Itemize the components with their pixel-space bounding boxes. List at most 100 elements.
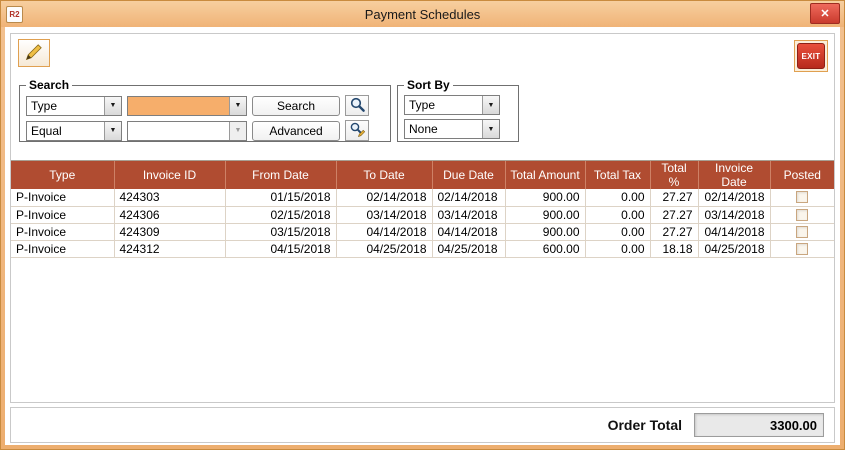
cell-total-pct: 27.27 <box>650 223 698 240</box>
search-value-combo[interactable]: ▼ <box>127 96 247 116</box>
order-total-label: Order Total <box>608 417 682 433</box>
table-row[interactable]: P-Invoice 424303 01/15/2018 02/14/2018 0… <box>11 189 834 206</box>
cell-due-date: 04/14/2018 <box>432 223 505 240</box>
chevron-down-icon: ▼ <box>104 97 121 115</box>
search-rows: Type ▼ ▼ Search <box>26 95 384 141</box>
cell-total-amount: 900.00 <box>505 189 585 206</box>
cell-posted <box>770 223 834 240</box>
cell-invoice-date: 02/14/2018 <box>698 189 770 206</box>
app-icon: R2 <box>6 6 23 23</box>
table-row[interactable]: P-Invoice 424309 03/15/2018 04/14/2018 0… <box>11 223 834 240</box>
cell-due-date: 03/14/2018 <box>432 206 505 223</box>
col-header-due-date[interactable]: Due Date <box>432 161 505 189</box>
cell-invoice-date: 03/14/2018 <box>698 206 770 223</box>
col-header-to-date[interactable]: To Date <box>336 161 432 189</box>
cell-posted <box>770 240 834 257</box>
search-group-label: Search <box>26 78 72 92</box>
cell-invoice-date: 04/25/2018 <box>698 240 770 257</box>
cell-to-date: 03/14/2018 <box>336 206 432 223</box>
chevron-down-icon: ▼ <box>482 120 499 138</box>
col-header-total-pct[interactable]: Total % <box>650 161 698 189</box>
cell-from-date: 02/15/2018 <box>225 206 336 223</box>
advanced-button[interactable]: Advanced <box>252 121 340 141</box>
cell-invoice-id: 424312 <box>114 240 225 257</box>
cell-from-date: 03/15/2018 <box>225 223 336 240</box>
search-value-text <box>128 97 229 115</box>
cell-total-tax: 0.00 <box>585 223 650 240</box>
table-row[interactable]: P-Invoice 424306 02/15/2018 03/14/2018 0… <box>11 206 834 223</box>
close-button[interactable]: ✕ <box>810 3 840 24</box>
cell-posted <box>770 189 834 206</box>
posted-checkbox[interactable] <box>796 243 808 255</box>
exit-icon: EXIT <box>797 43 825 69</box>
search-field-combo[interactable]: Type ▼ <box>26 96 122 116</box>
table-row[interactable]: P-Invoice 424312 04/15/2018 04/25/2018 0… <box>11 240 834 257</box>
cell-total-amount: 600.00 <box>505 240 585 257</box>
sort-by-group: Sort By Type ▼ None ▼ <box>397 78 519 142</box>
col-header-total-tax[interactable]: Total Tax <box>585 161 650 189</box>
cell-total-tax: 0.00 <box>585 189 650 206</box>
search-operator-value-combo: ▼ <box>127 121 247 141</box>
cell-due-date: 04/25/2018 <box>432 240 505 257</box>
cell-type: P-Invoice <box>11 240 114 257</box>
cell-invoice-id: 424306 <box>114 206 225 223</box>
posted-checkbox[interactable] <box>796 226 808 238</box>
search-button[interactable]: Search <box>252 96 340 116</box>
sort-order-combo[interactable]: None ▼ <box>404 119 500 139</box>
payment-schedule-grid: Type Invoice ID From Date To Date Due Da… <box>11 160 834 402</box>
advanced-search-icon <box>349 121 366 141</box>
cell-posted <box>770 206 834 223</box>
cell-due-date: 02/14/2018 <box>432 189 505 206</box>
search-operator-combo[interactable]: Equal ▼ <box>26 121 122 141</box>
sort-by-group-label: Sort By <box>404 78 453 92</box>
advanced-search-icon-button[interactable] <box>345 120 369 141</box>
app-icon-text: R2 <box>9 10 19 19</box>
cell-type: P-Invoice <box>11 189 114 206</box>
posted-checkbox[interactable] <box>796 209 808 221</box>
col-header-posted[interactable]: Posted <box>770 161 834 189</box>
cell-total-amount: 900.00 <box>505 223 585 240</box>
close-icon: ✕ <box>820 7 829 20</box>
cell-type: P-Invoice <box>11 206 114 223</box>
cell-total-pct: 18.18 <box>650 240 698 257</box>
chevron-down-icon: ▼ <box>482 96 499 114</box>
sort-field-value: Type <box>405 96 482 114</box>
edit-button[interactable] <box>18 39 50 67</box>
posted-checkbox[interactable] <box>796 191 808 203</box>
col-header-invoice-id[interactable]: Invoice ID <box>114 161 225 189</box>
main-panel: EXIT Search Type ▼ ▼ Search <box>10 33 835 403</box>
sort-field-combo[interactable]: Type ▼ <box>404 95 500 115</box>
search-operator-value-text <box>128 122 229 140</box>
footer-panel: Order Total 3300.00 <box>10 407 835 443</box>
cell-total-tax: 0.00 <box>585 206 650 223</box>
cell-from-date: 04/15/2018 <box>225 240 336 257</box>
search-operator-value: Equal <box>27 122 104 140</box>
cell-invoice-id: 424309 <box>114 223 225 240</box>
exit-button[interactable]: EXIT <box>794 40 828 72</box>
sort-order-value: None <box>405 120 482 138</box>
cell-invoice-date: 04/14/2018 <box>698 223 770 240</box>
cell-to-date: 04/25/2018 <box>336 240 432 257</box>
cell-from-date: 01/15/2018 <box>225 189 336 206</box>
cell-total-pct: 27.27 <box>650 189 698 206</box>
col-header-from-date[interactable]: From Date <box>225 161 336 189</box>
cell-invoice-id: 424303 <box>114 189 225 206</box>
pencil-icon <box>24 42 44 65</box>
payment-schedule-table: Type Invoice ID From Date To Date Due Da… <box>11 161 834 258</box>
col-header-total-amount[interactable]: Total Amount <box>505 161 585 189</box>
cell-total-pct: 27.27 <box>650 206 698 223</box>
cell-total-tax: 0.00 <box>585 240 650 257</box>
col-header-invoice-date[interactable]: Invoice Date <box>698 161 770 189</box>
search-group: Search Type ▼ ▼ Search <box>19 78 391 142</box>
payment-schedules-window: R2 Payment Schedules ✕ EXIT S <box>0 0 845 450</box>
search-icon-button[interactable] <box>345 95 369 116</box>
content-area: EXIT Search Type ▼ ▼ Search <box>5 27 840 445</box>
cell-to-date: 02/14/2018 <box>336 189 432 206</box>
search-field-value: Type <box>27 97 104 115</box>
cell-total-amount: 900.00 <box>505 206 585 223</box>
titlebar: R2 Payment Schedules ✕ <box>1 1 844 27</box>
cell-to-date: 04/14/2018 <box>336 223 432 240</box>
table-header-row: Type Invoice ID From Date To Date Due Da… <box>11 161 834 189</box>
search-icon <box>349 96 366 116</box>
col-header-type[interactable]: Type <box>11 161 114 189</box>
